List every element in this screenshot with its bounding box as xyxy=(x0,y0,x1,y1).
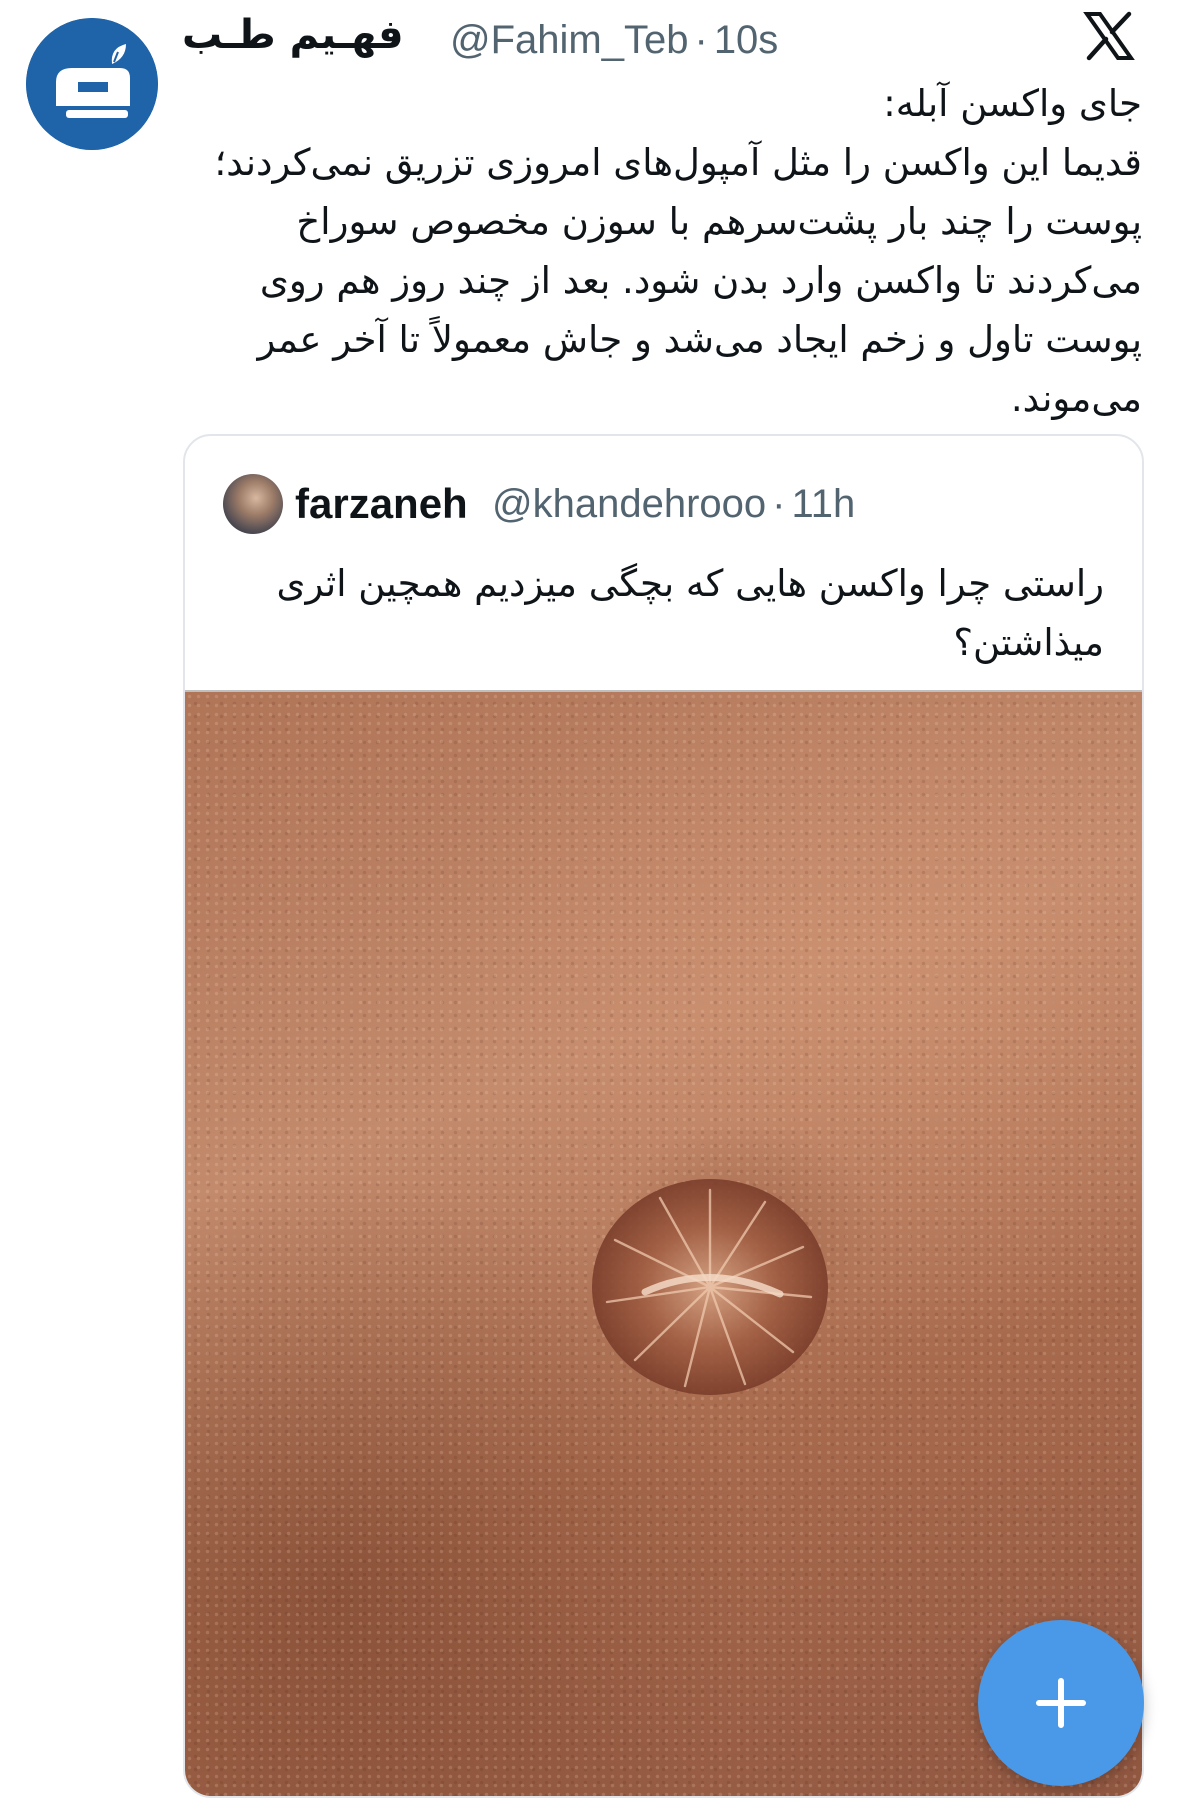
author-handle[interactable]: @Fahim_Teb xyxy=(450,18,688,62)
plus-icon xyxy=(1036,1678,1086,1728)
author-handle-line: @Fahim_Teb · 10s xyxy=(450,18,778,63)
author-display-name[interactable]: فهـیم طـب xyxy=(182,12,404,58)
x-logo-icon[interactable] xyxy=(1083,10,1135,62)
separator-dot: · xyxy=(772,482,786,526)
fahim-teb-logo-icon xyxy=(26,18,158,150)
compose-button[interactable] xyxy=(978,1620,1144,1786)
quoted-author-avatar[interactable] xyxy=(223,474,283,534)
separator-dot: · xyxy=(694,18,708,62)
author-avatar[interactable] xyxy=(26,18,158,150)
quoted-tweet-text: راستی چرا واکسن هایی که بچگی میزدیم همچی… xyxy=(276,562,1104,664)
quoted-tweet-card[interactable]: farzaneh @khandehrooo · 11h راستی چرا واکس… xyxy=(183,434,1144,1798)
quoted-handle-line: @khandehrooo · 11h xyxy=(492,482,855,527)
tweet-header: فهـیم طـب @Fahim_Teb · 10s xyxy=(180,10,1179,70)
tweet-body-text: جای واکسن آبله: قدیما این واکسن را مثل آ… xyxy=(214,82,1142,420)
quoted-author-name[interactable]: farzaneh xyxy=(295,480,468,528)
quoted-tweet-image[interactable] xyxy=(185,690,1142,1796)
quoted-author-handle[interactable]: @khandehrooo xyxy=(492,482,766,526)
quoted-tweet-time[interactable]: 11h xyxy=(791,482,855,526)
tweet-time[interactable]: 10s xyxy=(714,18,779,62)
vaccine-scar-image xyxy=(592,1179,828,1395)
